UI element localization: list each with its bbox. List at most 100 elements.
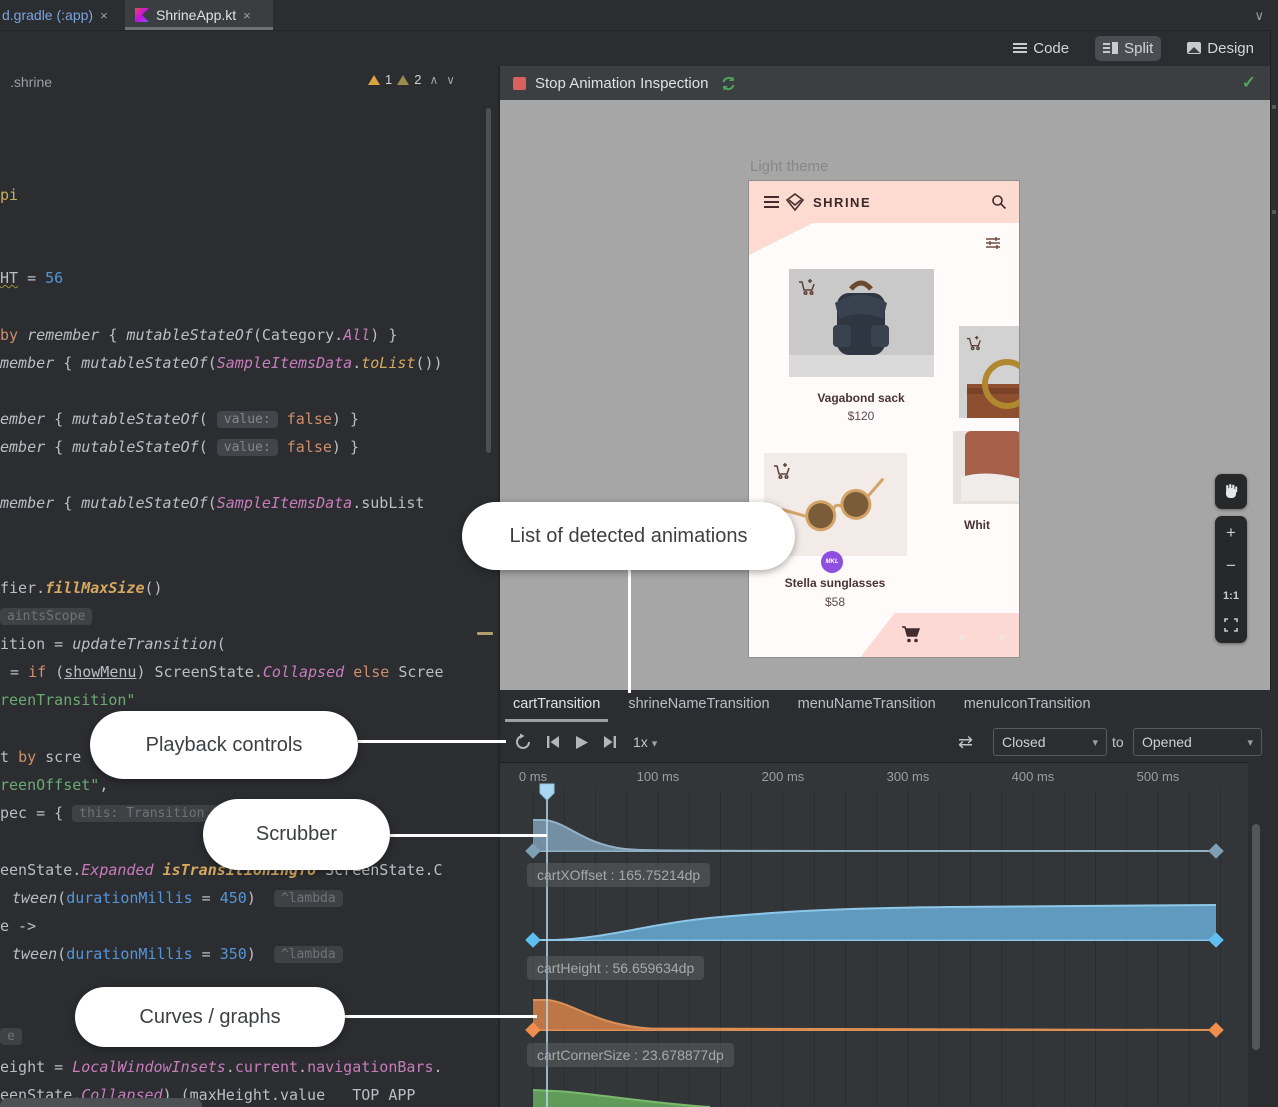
code-line[interactable]: aintsScope xyxy=(0,605,92,627)
code-line[interactable]: reenTransition" xyxy=(0,689,135,711)
play-button[interactable] xyxy=(574,735,589,750)
animation-tab-cartTransition[interactable]: cartTransition xyxy=(513,696,600,716)
android-studio-window: d.gradle (:app) × ShrineApp.kt × Code Sp… xyxy=(0,0,1278,1107)
skip-to-start-button[interactable] xyxy=(546,735,560,749)
animation-panel-scrollbar[interactable] xyxy=(1252,824,1260,1050)
prev-issue-icon[interactable]: ∧ xyxy=(429,73,438,87)
code-line[interactable]: ember { mutableStateOf( value: false) } xyxy=(0,408,359,430)
page-dot xyxy=(959,634,965,640)
to-state-dropdown[interactable]: Opened ▾ xyxy=(1133,728,1262,756)
code-line[interactable]: pec = { this: Transition.S xyxy=(0,802,227,824)
code-token: SampleItemsData xyxy=(217,354,352,372)
cart-bottom-bar[interactable] xyxy=(859,613,1020,658)
tool-stripe-icon[interactable] xyxy=(1272,210,1276,214)
code-token: durationMillis xyxy=(66,889,192,907)
code-token: reenTransition" xyxy=(0,691,135,709)
code-token: tween xyxy=(12,889,57,907)
code-token: ()) xyxy=(415,354,442,372)
swap-states-icon[interactable]: ⇄ xyxy=(958,732,973,753)
animation-tab-shrineNameTransition[interactable]: shrineNameTransition xyxy=(628,696,769,716)
code-token: ( xyxy=(208,354,217,372)
zoom-to-fit-icon[interactable] xyxy=(1224,618,1238,635)
code-token: .subList xyxy=(352,494,424,512)
code-line[interactable]: HT = 56 xyxy=(0,267,63,289)
product-image-vagabond-sack xyxy=(789,269,934,377)
callout-bubble: Scrubber xyxy=(203,799,390,870)
product-name: Stella sunglasses xyxy=(755,576,915,590)
stop-icon[interactable] xyxy=(513,77,526,90)
add-to-cart-icon[interactable] xyxy=(966,335,982,351)
tab-build-gradle[interactable]: d.gradle (:app) × xyxy=(0,0,108,30)
editor-scrollbar[interactable] xyxy=(486,108,491,453)
bottom-popup-partial xyxy=(0,1098,202,1107)
animation-tab-menuNameTransition[interactable]: menuNameTransition xyxy=(798,696,936,716)
code-token: this: Transition.S xyxy=(72,805,227,822)
code-line[interactable]: tween(durationMillis = 350) ^lambda xyxy=(12,943,343,965)
code-line[interactable]: t by scre xyxy=(0,746,81,768)
search-icon xyxy=(991,194,1007,210)
product-price: $58 xyxy=(755,595,915,609)
mode-code-button[interactable]: Code xyxy=(1005,36,1077,61)
code-line[interactable]: ition = updateTransition( xyxy=(0,633,226,655)
mode-split-button[interactable]: Split xyxy=(1095,36,1161,61)
code-token: scre xyxy=(36,748,81,766)
add-to-cart-icon[interactable] xyxy=(773,462,791,480)
code-token: value: xyxy=(217,411,278,428)
code-token: ^lambda xyxy=(274,890,343,907)
code-line[interactable]: member { mutableStateOf(SampleItemsData.… xyxy=(0,492,424,514)
zoom-out-button[interactable]: − xyxy=(1226,557,1236,574)
code-line[interactable]: member { mutableStateOf(SampleItemsData.… xyxy=(0,352,443,374)
zoom-actual-size-button[interactable]: 1:1 xyxy=(1223,591,1239,602)
animation-tabs: cartTransition shrineNameTransition menuNa… xyxy=(500,690,1248,722)
ruler-tick-label: 100 ms xyxy=(626,769,690,784)
code-line[interactable]: e -> xyxy=(0,915,36,937)
code-token: { xyxy=(54,354,81,372)
code-line[interactable]: pi xyxy=(0,184,18,206)
code-lines[interactable]: pi HT = 56 by remember { mutableStateOf(Ca… xyxy=(0,98,498,1107)
add-to-cart-icon[interactable] xyxy=(798,278,816,296)
code-line[interactable]: e xyxy=(0,1025,22,1047)
code-line[interactable]: fier.fillMaxSize() xyxy=(0,577,163,599)
mode-label: Split xyxy=(1124,40,1153,57)
from-state-dropdown[interactable]: Closed ▾ xyxy=(993,728,1107,756)
fold-marker[interactable] xyxy=(477,632,493,635)
ruler-tick-label: 0 ms xyxy=(501,769,565,784)
loop-button[interactable] xyxy=(514,733,532,751)
zoom-in-button[interactable]: + xyxy=(1226,524,1236,541)
ruler-tick-label: 200 ms xyxy=(751,769,815,784)
code-line[interactable]: by remember { mutableStateOf(Category.Al… xyxy=(0,324,397,346)
inspection-widget[interactable]: 1 2 ∧ ∨ xyxy=(368,72,455,87)
skip-to-end-button[interactable] xyxy=(603,735,617,749)
code-line[interactable]: ember { mutableStateOf( value: false) } xyxy=(0,436,359,458)
code-line[interactable]: reenOffset", xyxy=(0,774,108,796)
close-icon[interactable]: × xyxy=(243,8,251,23)
code-icon xyxy=(1013,41,1027,55)
stop-animation-inspection-button[interactable]: Stop Animation Inspection xyxy=(535,75,708,92)
mode-design-button[interactable]: Design xyxy=(1179,36,1262,61)
playback-speed-select[interactable]: 1x ▾ xyxy=(633,734,657,750)
tool-stripe-icon[interactable] xyxy=(1272,105,1276,109)
animation-tab-menuIconTransition[interactable]: menuIconTransition xyxy=(964,696,1091,716)
code-token: ember xyxy=(0,438,45,456)
close-icon[interactable]: × xyxy=(100,8,108,23)
tab-label: d.gradle (:app) xyxy=(2,7,93,23)
pan-tool-button[interactable] xyxy=(1215,474,1247,509)
code-token: current xyxy=(235,1058,298,1076)
code-token xyxy=(278,410,287,428)
code-line[interactable]: tween(durationMillis = 450) ^lambda xyxy=(12,887,343,909)
warning-count: 1 xyxy=(385,72,392,87)
code-token: Expanded xyxy=(81,861,153,879)
chevron-down-icon[interactable]: ∨ xyxy=(1254,8,1264,24)
code-line[interactable]: = if (showMenu) ScreenState.Collapsed el… xyxy=(10,661,444,683)
code-token: remember xyxy=(27,326,99,344)
code-token: = xyxy=(193,889,220,907)
design-icon xyxy=(1187,42,1201,54)
tab-shrineapp-kt[interactable]: ShrineApp.kt × xyxy=(125,0,273,30)
code-line[interactable]: eight = LocalWindowInsets.current.naviga… xyxy=(0,1056,443,1078)
code-token: 350 xyxy=(220,945,247,963)
breadcrumb[interactable]: .shrine xyxy=(10,74,52,90)
next-issue-icon[interactable]: ∨ xyxy=(446,73,455,87)
refresh-icon[interactable] xyxy=(720,75,737,92)
code-token: mutableStateOf xyxy=(81,494,207,512)
code-token: 56 xyxy=(45,269,63,287)
